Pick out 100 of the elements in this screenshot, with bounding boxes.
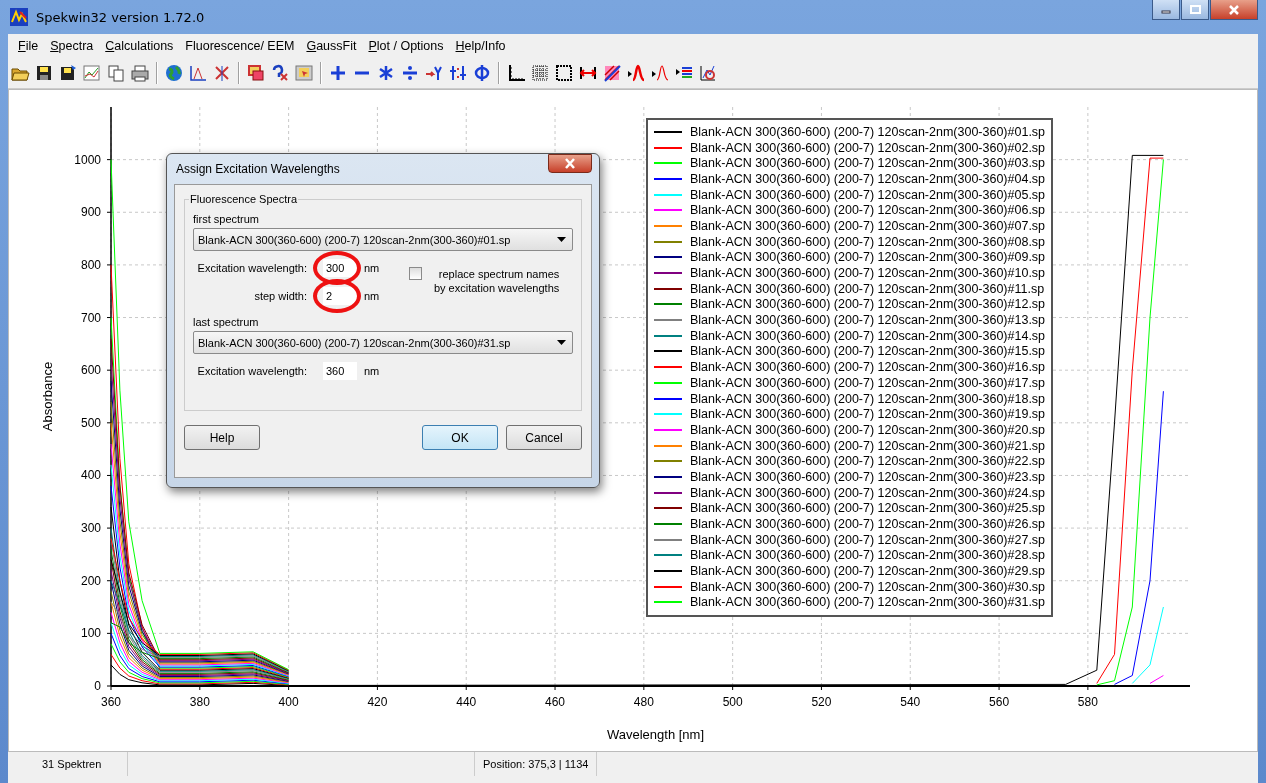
save-as-icon[interactable] [58,63,78,83]
hatched-square-icon[interactable] [602,63,622,83]
legend-label: Blank-ACN 300(360-600) (200-7) 120scan-2nm(300-360)#16.sp [690,360,1046,375]
status-text: 31 Spektren [8,752,128,776]
checkbox-label: replace spectrum names by excitation wavelengths [432,267,560,295]
menu-item[interactable]: Plot / Options [362,37,450,55]
legend-label: Blank-ACN 300(360-600) (200-7) 120scan-2nm(300-360)#08.sp [690,234,1046,249]
legend-label: Blank-ACN 300(360-600) (200-7) 120scan-2nm(300-360)#19.sp [690,407,1046,422]
legend-label: Blank-ACN 300(360-600) (200-7) 120scan-2nm(300-360)#06.sp [690,203,1046,218]
menu-item[interactable]: Fluorescence/ EEM [179,37,301,55]
y-tick-label: 1000 [74,152,101,167]
dialog-button[interactable]: Help [184,425,260,450]
input-field[interactable]: 2 [323,287,357,305]
x-tick-label: 480 [633,695,654,709]
checkbox[interactable] [409,267,423,280]
chart-settings-icon[interactable] [698,63,718,83]
legend-label: Blank-ACN 300(360-600) (200-7) 120scan-2nm(300-360)#04.sp [690,171,1046,186]
legend-label: Blank-ACN 300(360-600) (200-7) 120scan-2nm(300-360)#13.sp [690,313,1046,328]
caret-icon [557,237,566,242]
plus-icon[interactable] [328,63,348,83]
caret-icon [557,340,566,345]
legend-label: Blank-ACN 300(360-600) (200-7) 120scan-2nm(300-360)#18.sp [690,391,1046,406]
pointer-icon[interactable] [294,63,314,83]
x-tick-label: 500 [722,695,743,709]
status-text: Position: 375,3 | 1134 [475,752,598,776]
print-icon[interactable] [130,63,150,83]
x-tick-label: 360 [101,695,121,709]
legend-label: Blank-ACN 300(360-600) (200-7) 120scan-2nm(300-360)#24.sp [690,485,1046,500]
x-tick-label: 400 [278,695,299,709]
legend-label: Blank-ACN 300(360-600) (200-7) 120scan-2nm(300-360)#28.sp [690,548,1046,563]
phi-icon[interactable] [472,63,492,83]
menu-item[interactable]: Spectra [44,37,100,55]
help-delete-icon[interactable] [270,63,290,83]
unit-label: nm [364,290,380,302]
input-field[interactable]: 360 [323,362,357,380]
globe-icon[interactable] [164,63,184,83]
dialog-title: Assign Excitation Wavelengths [176,162,340,176]
field-label: Excitation wavelength: [196,262,308,274]
minimize-button[interactable] [1152,0,1180,20]
y-tick-label: 0 [94,679,101,693]
menu-item[interactable]: Calculations [99,37,180,55]
x-tick-label: 560 [989,695,1010,709]
copy-icon[interactable] [106,63,126,83]
legend-label: Blank-ACN 300(360-600) (200-7) 120scan-2nm(300-360)#22.sp [690,454,1046,469]
legend-label: Blank-ACN 300(360-600) (200-7) 120scan-2nm(300-360)#31.sp [690,595,1046,610]
chart-export-icon[interactable] [82,63,102,83]
menu-item[interactable]: Help/Info [449,37,512,55]
dropdown[interactable]: Blank-ACN 300(360-600) (200-7) 120scan-2nm(300-360)#01.sp [193,228,573,251]
x-tick-label: 460 [545,695,566,709]
offset-bars-icon[interactable] [448,63,468,83]
y-tick-label: 200 [80,573,101,588]
x-tick-label: 540 [900,695,921,709]
legend-label: Blank-ACN 300(360-600) (200-7) 120scan-2nm(300-360)#29.sp [690,564,1046,579]
legend-label: Blank-ACN 300(360-600) (200-7) 120scan-2nm(300-360)#21.sp [690,438,1046,453]
peak-marker-icon[interactable] [188,63,208,83]
dropdown[interactable]: Blank-ACN 300(360-600) (200-7) 120scan-2nm(300-360)#31.sp [193,331,573,354]
menu-item[interactable]: File [12,37,45,55]
frame-icon[interactable] [554,63,574,83]
y-axis-title: Absorbance [40,361,55,432]
y-tick-label: 100 [80,626,101,641]
legend-label: Blank-ACN 300(360-600) (200-7) 120scan-2nm(300-360)#25.sp [690,501,1046,516]
dialog-button[interactable]: OK [422,425,498,450]
grid-icon[interactable] [530,63,550,83]
save-icon[interactable] [34,63,54,83]
legend-label: Blank-ACN 300(360-600) (200-7) 120scan-2nm(300-360)#17.sp [690,375,1046,390]
legend-label: Blank-ACN 300(360-600) (200-7) 120scan-2nm(300-360)#23.sp [690,469,1046,484]
peak-outline-icon[interactable] [650,63,670,83]
field-label: Excitation wavelength: [196,365,308,377]
layers-icon[interactable] [246,63,266,83]
input-field[interactable]: 300 [323,259,357,277]
unit-label: nm [364,365,380,377]
y-tick-label: 800 [80,257,101,272]
x-tick-label: 440 [456,695,477,709]
x-tick-label: 420 [367,695,388,709]
y-tick-label: 300 [80,521,101,536]
maximize-button[interactable] [1181,0,1209,20]
legend-label: Blank-ACN 300(360-600) (200-7) 120scan-2nm(300-360)#27.sp [690,532,1046,547]
close-button[interactable] [548,154,592,173]
menu-item[interactable]: GaussFit [300,37,363,55]
x-tick-label: 380 [189,695,210,709]
cross-peak-icon[interactable] [212,63,232,83]
close-icon [1228,4,1240,15]
group-label: Fluorescence Spectra [189,193,298,205]
unit-label: nm [364,262,380,274]
legend-label: Blank-ACN 300(360-600) (200-7) 120scan-2nm(300-360)#15.sp [690,344,1046,359]
dialog-button[interactable]: Cancel [506,425,582,450]
field-label: step width: [253,290,308,302]
legend-label: Blank-ACN 300(360-600) (200-7) 120scan-2nm(300-360)#11.sp [690,281,1045,296]
close-button[interactable] [1210,0,1258,20]
field-label: first spectrum [193,213,260,225]
peak-arrow-icon[interactable] [626,63,646,83]
x-axis-title: Wavelength [nm] [606,727,705,742]
y-tick-label: 600 [80,363,101,378]
legend-label: Blank-ACN 300(360-600) (200-7) 120scan-2nm(300-360)#02.sp [690,140,1046,155]
close-icon [563,158,577,169]
axes-icon[interactable] [506,63,526,83]
y-tick-label: 700 [80,310,101,325]
legend-label: Blank-ACN 300(360-600) (200-7) 120scan-2nm(300-360)#20.sp [690,422,1046,437]
window-title: Spekwin32 version 1.72.0 [36,9,206,25]
divide-icon[interactable] [400,63,420,83]
